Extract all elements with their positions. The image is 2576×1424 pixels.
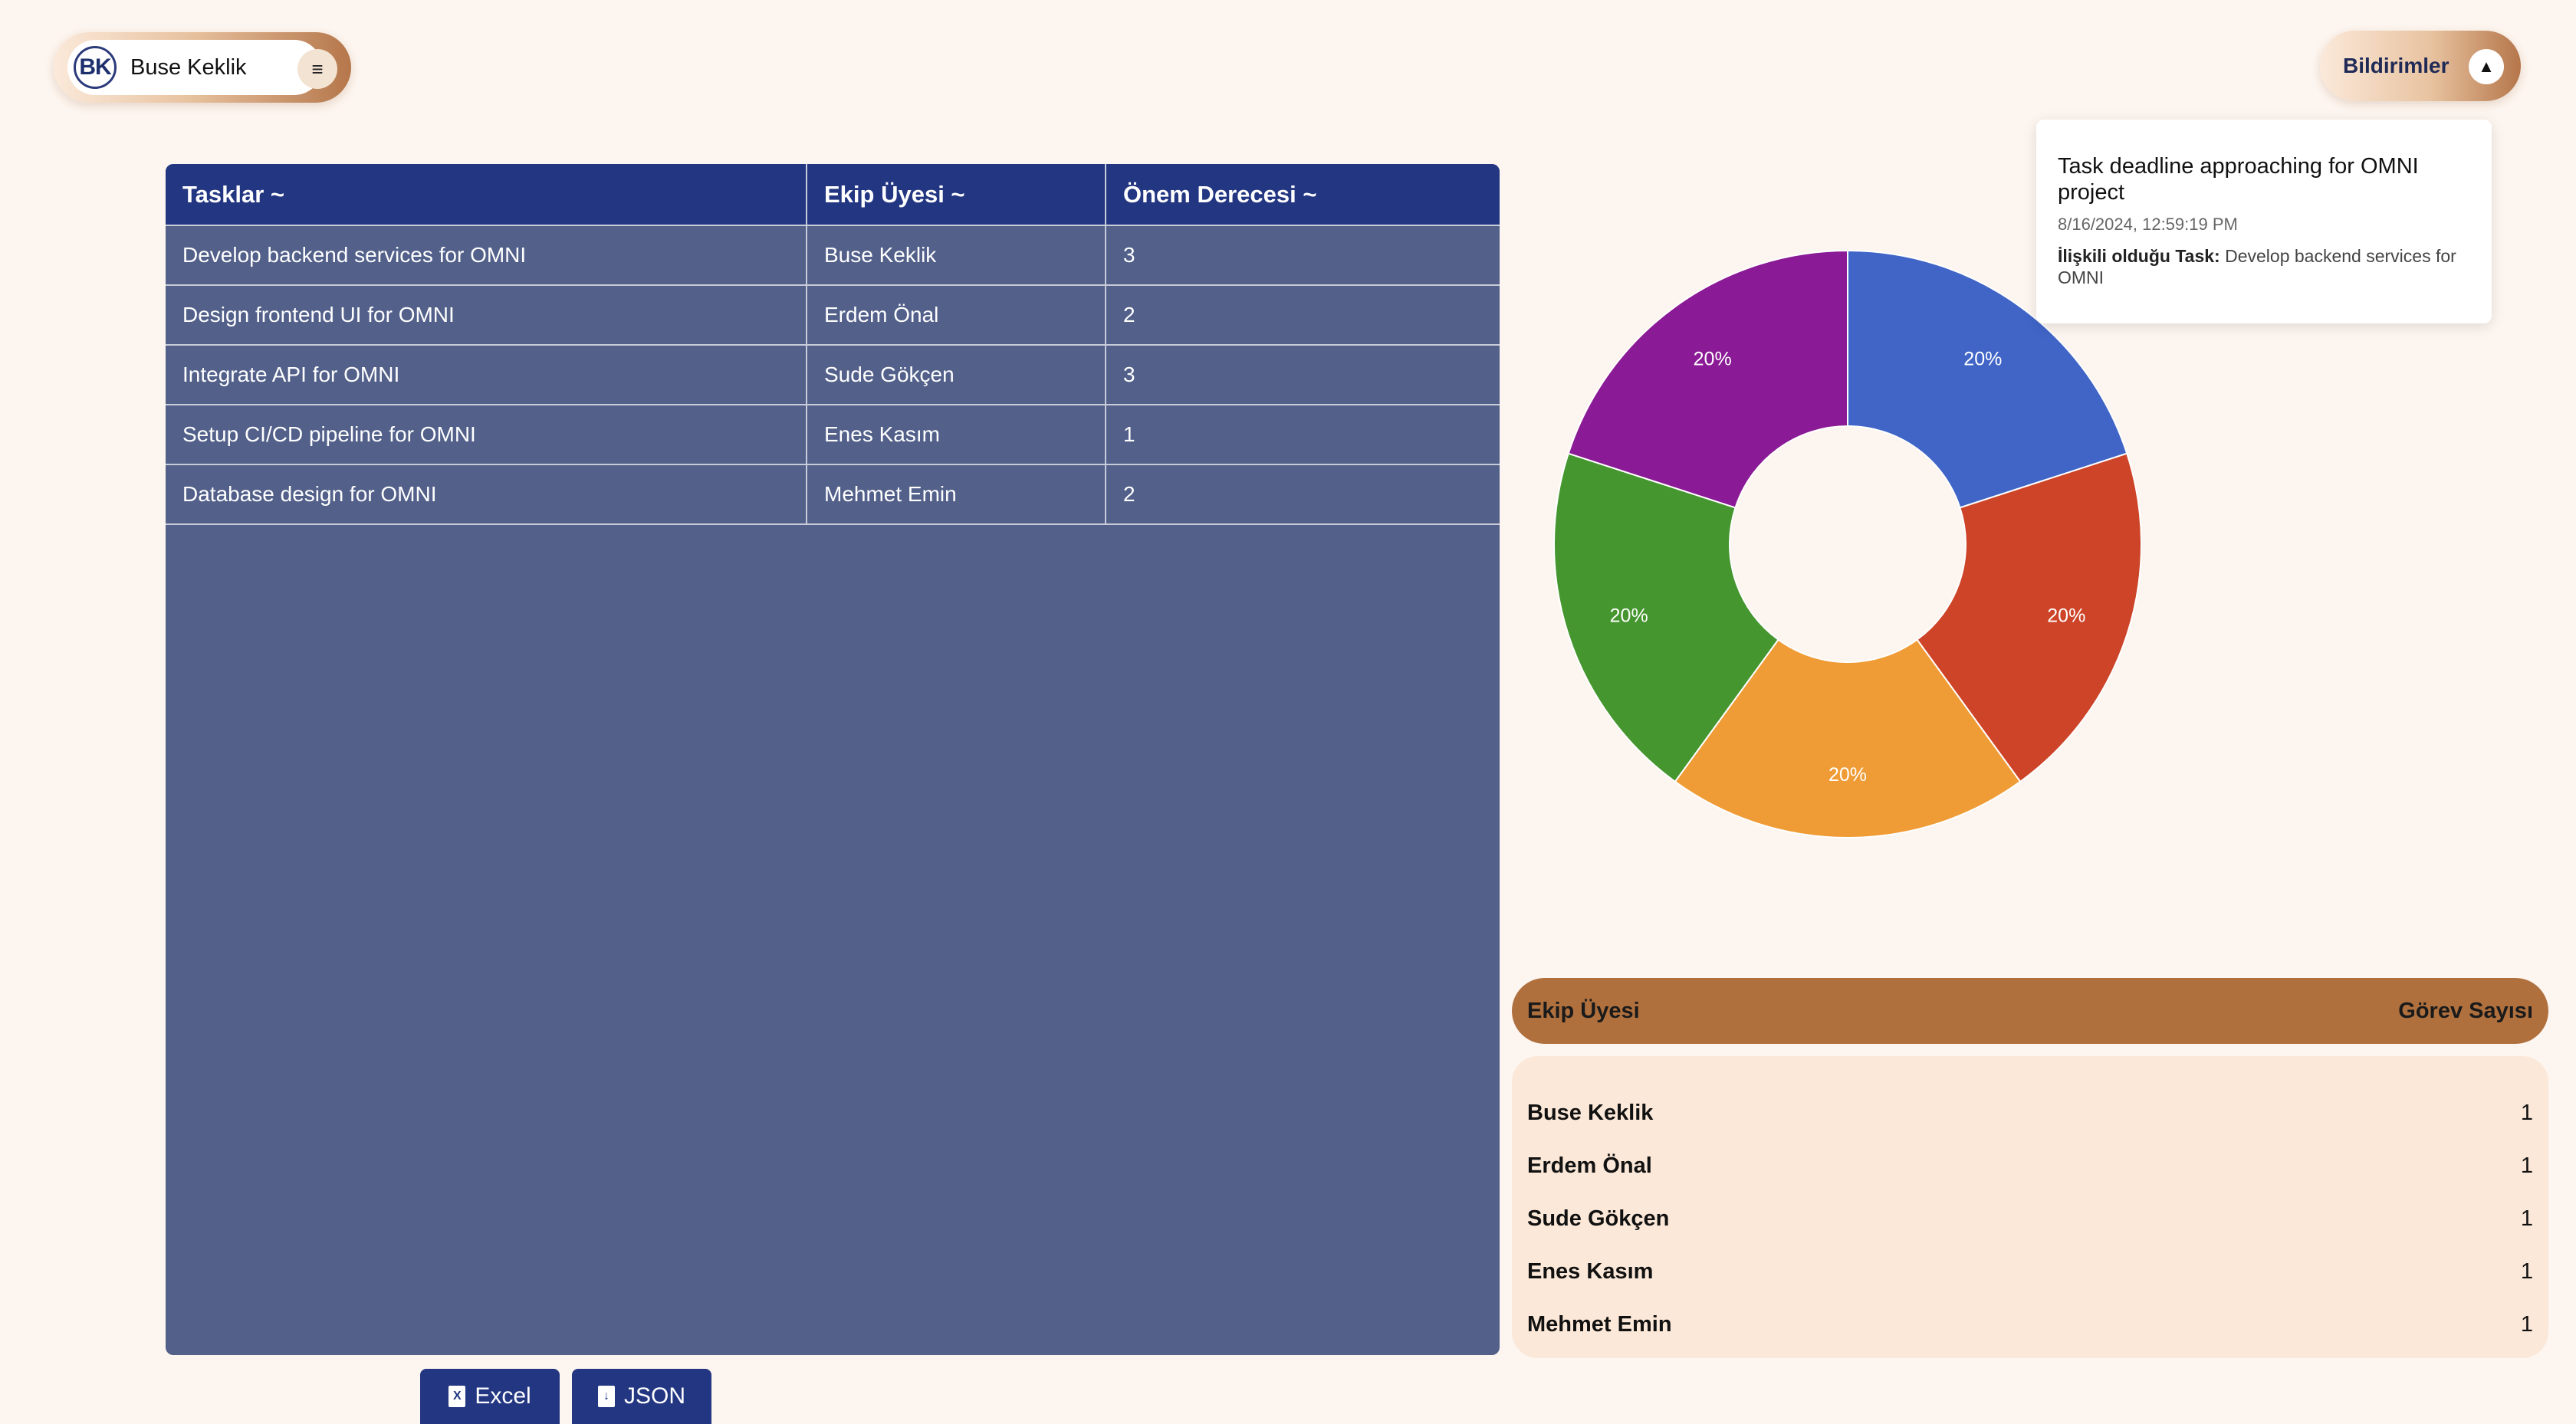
member-cell: Enes Kasım (807, 405, 1106, 465)
donut-slice-label-2: 20% (1829, 764, 1867, 786)
summary-member: Erdem Önal (1527, 1153, 1652, 1178)
export-json-label: JSON (623, 1383, 685, 1409)
list-item: Erdem Önal 1 (1527, 1140, 2533, 1193)
priority-cell: 1 (1106, 405, 1500, 465)
member-cell: Buse Keklik (807, 225, 1106, 286)
export-excel-label: Excel (475, 1383, 531, 1409)
notification-related: İlişkili olduğu Task: Develop backend se… (2058, 245, 2470, 288)
priority-cell: 2 (1106, 464, 1500, 525)
download-file-icon: ↓ (597, 1386, 615, 1407)
table-row[interactable]: Setup CI/CD pipeline for OMNI Enes Kasım… (166, 405, 1500, 465)
summary-member: Buse Keklik (1527, 1101, 1654, 1125)
task-cell: Design frontend UI for OMNI (166, 285, 807, 346)
avatar: BK (74, 46, 117, 89)
user-profile-pill: BK Buse Keklik ≡ (54, 32, 351, 103)
priority-cell: 3 (1106, 225, 1500, 286)
task-cell: Develop backend services for OMNI (166, 225, 807, 286)
member-cell: Erdem Önal (807, 285, 1106, 346)
donut-slice-label-3: 20% (1610, 605, 1648, 627)
summary-header: Ekip Üyesi Görev Sayısı (1512, 978, 2548, 1044)
user-chip[interactable]: BK Buse Keklik (67, 40, 322, 95)
user-name: Buse Keklik (130, 54, 247, 80)
summary-member: Enes Kasım (1527, 1259, 1654, 1284)
notification-message: Task deadline approaching for OMNI proje… (2058, 154, 2419, 205)
column-header-tasks[interactable]: Tasklar ~ (166, 164, 807, 226)
summary-list: Buse Keklik 1 Erdem Önal 1 Sude Gökçen 1… (1512, 1056, 2548, 1358)
task-table-panel: Tasklar ~ Ekip Üyesi ~ Önem Derecesi ~ D… (166, 164, 1500, 1355)
priority-cell: 2 (1106, 285, 1500, 346)
donut-slice-label-0: 20% (1963, 348, 2002, 369)
list-item: Buse Keklik 1 (1527, 1087, 2533, 1140)
table-row[interactable]: Develop backend services for OMNI Buse K… (166, 225, 1500, 286)
table-row[interactable]: Database design for OMNI Mehmet Emin 2 (166, 464, 1500, 525)
donut-slice-label-4: 20% (1694, 348, 1732, 369)
notification-related-label: İlişkili olduğu Task: (2058, 246, 2220, 266)
list-item: Mehmet Emin 1 (1527, 1298, 2533, 1351)
table-header-row: Tasklar ~ Ekip Üyesi ~ Önem Derecesi ~ (166, 164, 1500, 226)
notification-card: Task deadline approaching for OMNI proje… (2036, 120, 2492, 323)
task-distribution-donut-chart: 20% 20% 20% 20% 20% (1553, 249, 2142, 839)
summary-header-count: Görev Sayısı (2398, 998, 2533, 1023)
export-json-button[interactable]: ↓ JSON (572, 1369, 711, 1424)
list-item: Sude Gökçen 1 (1527, 1193, 2533, 1245)
summary-count: 1 (2520, 1312, 2533, 1337)
excel-file-icon: X (449, 1386, 466, 1407)
notifications-button[interactable]: Bildirimler ▲ (2320, 31, 2521, 101)
summary-member: Mehmet Emin (1527, 1312, 1672, 1337)
summary-count: 1 (2520, 1153, 2533, 1178)
column-header-member[interactable]: Ekip Üyesi ~ (807, 164, 1106, 226)
task-cell: Database design for OMNI (166, 464, 807, 525)
member-cell: Sude Gökçen (807, 345, 1106, 405)
export-excel-button[interactable]: X Excel (420, 1369, 560, 1424)
notifications-label: Bildirimler (2343, 54, 2450, 77)
column-header-priority[interactable]: Önem Derecesi ~ (1106, 164, 1500, 226)
priority-cell: 3 (1106, 345, 1500, 405)
summary-count: 1 (2520, 1259, 2533, 1284)
summary-member: Sude Gökçen (1527, 1206, 1670, 1231)
notification-date: 8/16/2024, 12:59:19 PM (2058, 215, 2238, 234)
table-row[interactable]: Design frontend UI for OMNI Erdem Önal 2 (166, 285, 1500, 346)
table-row[interactable]: Integrate API for OMNI Sude Gökçen 3 (166, 345, 1500, 405)
task-cell: Setup CI/CD pipeline for OMNI (166, 405, 807, 465)
menu-icon[interactable]: ≡ (297, 49, 337, 89)
member-cell: Mehmet Emin (807, 464, 1106, 525)
list-item: Enes Kasım 1 (1527, 1245, 2533, 1298)
chevron-up-icon[interactable]: ▲ (2469, 49, 2504, 84)
task-cell: Integrate API for OMNI (166, 345, 807, 405)
summary-count: 1 (2520, 1101, 2533, 1125)
donut-slice-label-1: 20% (2047, 605, 2085, 627)
summary-header-member: Ekip Üyesi (1527, 998, 1640, 1023)
summary-count: 1 (2520, 1206, 2533, 1231)
task-table: Tasklar ~ Ekip Üyesi ~ Önem Derecesi ~ D… (166, 164, 1500, 525)
